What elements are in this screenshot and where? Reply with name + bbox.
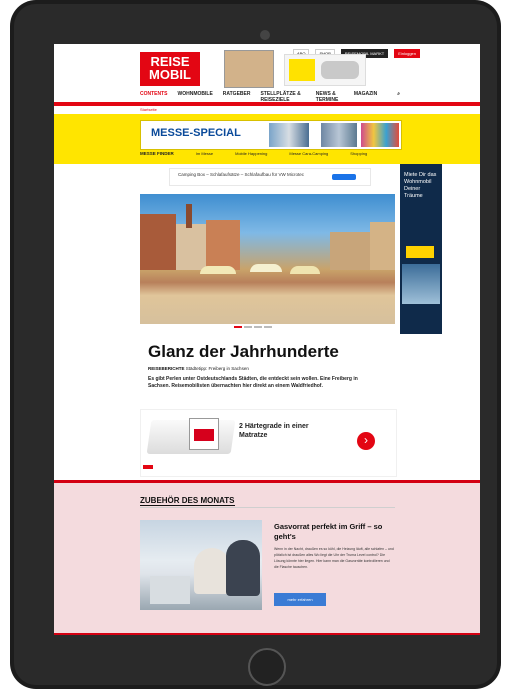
camera-icon: [260, 30, 270, 40]
chevron-right-icon[interactable]: ›: [357, 432, 375, 450]
ad-text: Camping Box – Schlafaufsätze – Schlafauf…: [178, 172, 305, 177]
carousel-dots: [234, 326, 272, 328]
site-logo[interactable]: REISE MOBIL: [140, 52, 200, 86]
article-title[interactable]: Glanz der Jahrhunderte: [148, 342, 339, 362]
test-seal: [189, 418, 219, 450]
magazine-cover[interactable]: [224, 50, 274, 88]
more-button[interactable]: mehr erfahren: [274, 593, 326, 606]
zubehoer-title[interactable]: Gasvorrat perfekt im Griff – so geht's: [274, 522, 394, 542]
section-rule: [140, 507, 395, 508]
messe-bar: MESSE FINDER Im Messe Mobile Happening M…: [140, 151, 400, 156]
section-heading: ZUBEHÖR DES MONATS: [140, 496, 235, 506]
home-button[interactable]: [248, 648, 286, 686]
ad-button[interactable]: [332, 174, 356, 180]
skyscraper-text: Miete Dir das Wohnmobil Deiner Träume: [404, 172, 437, 199]
messe-image: [269, 123, 309, 147]
tablet-frame: ABO SHOP REISEMOBIL MARKT Einloggen REIS…: [10, 0, 501, 689]
promo-badge: [289, 59, 315, 81]
carousel-dot[interactable]: [244, 326, 252, 328]
zubehoer-image[interactable]: [140, 520, 262, 610]
article-kicker: REISEBERICHTE Städtetipp: Freiberg in Sa…: [148, 366, 249, 371]
carousel-dot[interactable]: [234, 326, 242, 328]
promo-banner[interactable]: [284, 54, 366, 86]
messe-bar-item[interactable]: MESSE FINDER: [140, 151, 174, 156]
carousel-dot[interactable]: [264, 326, 272, 328]
skyscraper-image: [402, 264, 440, 304]
messe-bar-item[interactable]: Mobile Happening: [235, 151, 267, 156]
messe-image: [321, 123, 357, 147]
mattress-ad[interactable]: 2 Härtegrade in einer Matratze ›: [140, 409, 397, 477]
skyscraper-ad[interactable]: Miete Dir das Wohnmobil Deiner Träume: [400, 164, 442, 334]
skyscraper-badge: [406, 246, 434, 258]
mattress-ad-title: 2 Härtegrade in einer Matratze: [239, 423, 309, 439]
messe-banner: MESSE-SPECIAL MESSE FINDER Im Messe Mobi…: [54, 114, 480, 164]
messe-bar-item[interactable]: Messe Cara-Camping: [289, 151, 328, 156]
ad-label: [143, 465, 153, 469]
text-ad[interactable]: Camping Box – Schlafaufsätze – Schlafauf…: [169, 168, 371, 186]
messe-title: MESSE-SPECIAL: [151, 127, 241, 139]
promo-image: [321, 61, 359, 79]
login-button[interactable]: Einloggen: [394, 49, 420, 58]
screen: ABO SHOP REISEMOBIL MARKT Einloggen REIS…: [54, 44, 480, 635]
messe-image: [361, 123, 399, 147]
breadcrumb[interactable]: Startseite: [140, 107, 157, 112]
article-teaser: Es gibt Perlen unter Ostdeutschlands Stä…: [148, 376, 358, 389]
carousel-dot[interactable]: [254, 326, 262, 328]
messe-bar-item[interactable]: Shopping: [350, 151, 367, 156]
highlight-frame: [54, 480, 480, 635]
hero-image[interactable]: [140, 194, 395, 324]
messe-special[interactable]: MESSE-SPECIAL: [140, 120, 402, 150]
zubehoer-text: Wenn in der Nacht, draußen es so kühl, d…: [274, 547, 394, 569]
nav-divider: [54, 102, 480, 106]
messe-bar-item[interactable]: Im Messe: [196, 151, 213, 156]
